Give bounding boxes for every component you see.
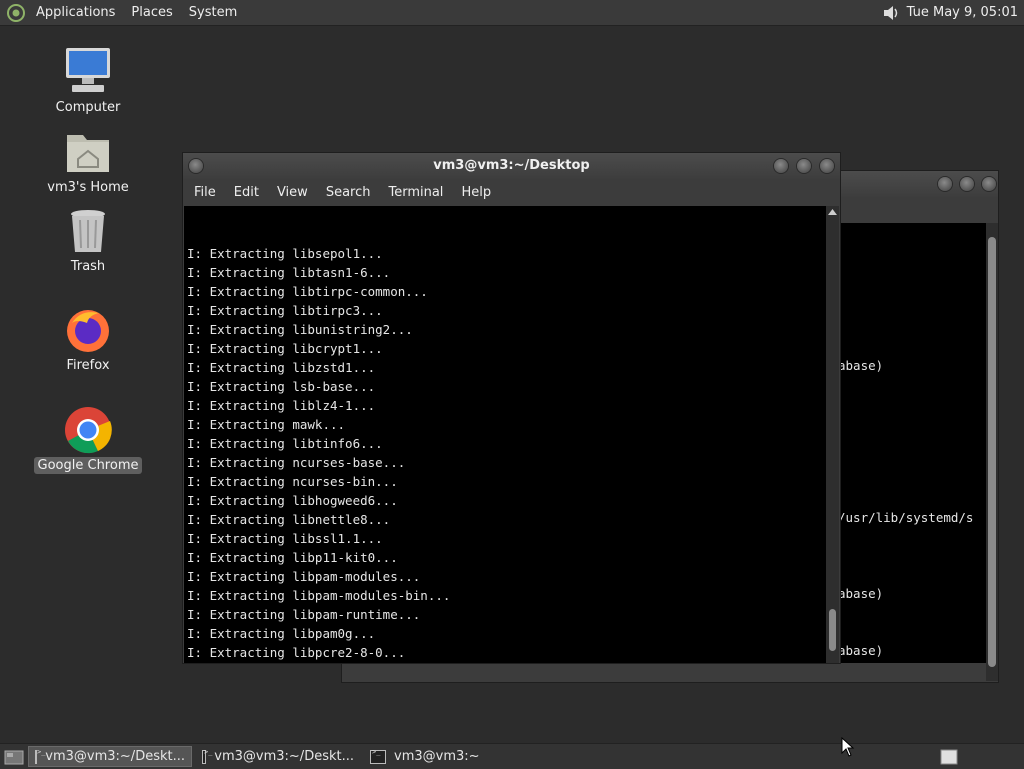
desktop-icon-label: Google Chrome	[33, 457, 143, 474]
desktop-icon-trash[interactable]: Trash	[33, 208, 143, 275]
workspace-switcher-icon[interactable]	[940, 749, 958, 765]
terminal-line: I: Extracting libunistring2...	[187, 322, 413, 337]
terminal-line: I: Extracting libpam-modules...	[187, 569, 421, 584]
system-menu[interactable]: System	[181, 0, 245, 25]
back-scrollbar-thumb[interactable]	[988, 237, 996, 667]
scroll-up-arrow-icon[interactable]	[826, 207, 839, 217]
terminal-line: I: Extracting libp11-kit0...	[187, 550, 398, 565]
taskbar-item-label: vm3@vm3:~	[394, 749, 480, 764]
mouse-pointer-icon	[841, 737, 855, 757]
terminal-icon	[35, 748, 47, 764]
taskbar-item-label: vm3@vm3:~/Deskt...	[214, 749, 354, 764]
terminal-icon	[202, 748, 213, 764]
terminal-line: I: Extracting lsb-base...	[187, 379, 376, 394]
computer-icon	[66, 48, 110, 92]
terminal-line: I: Extracting libtinfo6...	[187, 436, 383, 451]
menu-file[interactable]: File	[185, 185, 225, 200]
terminal-line: I: Extracting libpam-runtime...	[187, 607, 421, 622]
desktop-icon-home[interactable]: vm3's Home	[33, 127, 143, 196]
back-scrollbar[interactable]	[986, 223, 998, 681]
mate-logo-icon[interactable]	[6, 3, 26, 23]
clock[interactable]: Tue May 9, 05:01	[907, 5, 1018, 20]
terminal-line: I: Extracting libtirpc3...	[187, 303, 383, 318]
menu-edit[interactable]: Edit	[225, 185, 268, 200]
close-button[interactable]	[982, 177, 996, 191]
desktop-icon-label: Trash	[70, 259, 106, 274]
desktop-icon-computer[interactable]: Computer	[33, 45, 143, 116]
taskbar-item-1[interactable]: vm3@vm3:~/Deskt...	[28, 746, 192, 767]
terminal-line: I: Extracting libpam-modules-bin...	[187, 588, 451, 603]
terminal-line: I: Extracting libnettle8...	[187, 512, 391, 527]
terminal-scrollbar[interactable]	[826, 206, 839, 663]
terminal-line: I: Extracting libpcre2-8-0...	[187, 645, 406, 660]
front-terminal-window[interactable]: vm3@vm3:~/Desktop File Edit View Search …	[182, 152, 841, 664]
terminal-line: I: Extracting libtasn1-6...	[187, 265, 391, 280]
desktop-icon-firefox[interactable]: Firefox	[33, 305, 143, 374]
terminal-icon	[370, 748, 386, 764]
taskbar-item-label: vm3@vm3:~/Deskt...	[45, 749, 185, 764]
show-desktop-icon[interactable]	[4, 748, 24, 766]
window-title: vm3@vm3:~/Desktop	[433, 158, 590, 173]
terminal-line: I: Extracting libpcre3...	[187, 662, 826, 663]
terminal-menubar: File Edit View Search Terminal Help	[183, 179, 840, 205]
menu-help[interactable]: Help	[452, 185, 500, 200]
front-window-titlebar[interactable]: vm3@vm3:~/Desktop	[183, 153, 840, 179]
desktop-icon-label: vm3's Home	[47, 180, 129, 195]
minimize-button[interactable]	[938, 177, 952, 191]
places-menu[interactable]: Places	[123, 0, 180, 25]
terminal-line: I: Extracting libsepol1...	[187, 246, 383, 261]
trash-icon	[71, 210, 105, 252]
desktop-icon-label: Computer	[55, 100, 121, 115]
maximize-button[interactable]	[797, 159, 811, 173]
menu-terminal[interactable]: Terminal	[379, 185, 452, 200]
terminal-output[interactable]: I: Extracting libsepol1... I: Extracting …	[184, 206, 826, 663]
close-button[interactable]	[820, 159, 834, 173]
panel-tray: Tue May 9, 05:01	[881, 0, 1018, 25]
maximize-button[interactable]	[960, 177, 974, 191]
terminal-line: I: Extracting mawk...	[187, 417, 346, 432]
desktop-icon-label: Firefox	[66, 358, 110, 373]
terminal-line: I: Extracting libpam0g...	[187, 626, 376, 641]
bottom-panel: vm3@vm3:~/Deskt... vm3@vm3:~/Deskt... vm…	[0, 743, 1024, 769]
menu-search[interactable]: Search	[317, 185, 380, 200]
terminal-line: I: Extracting libtirpc-common...	[187, 284, 428, 299]
terminal-scrollbar-thumb[interactable]	[829, 609, 836, 651]
terminal-line: I: Extracting libzstd1...	[187, 360, 376, 375]
desktop-icon-chrome[interactable]: Google Chrome	[33, 405, 143, 474]
terminal-line: I: Extracting libhogweed6...	[187, 493, 398, 508]
terminal-line: I: Extracting liblz4-1...	[187, 398, 376, 413]
volume-icon[interactable]	[881, 3, 901, 23]
firefox-icon	[67, 310, 109, 352]
taskbar-item-2[interactable]: vm3@vm3:~/Deskt...	[196, 746, 360, 767]
home-folder-icon	[67, 135, 109, 172]
taskbar-item-3[interactable]: vm3@vm3:~	[364, 746, 528, 767]
applications-menu[interactable]: Applications	[28, 0, 123, 25]
terminal-line: I: Extracting ncurses-bin...	[187, 474, 398, 489]
minimize-button[interactable]	[774, 159, 788, 173]
top-panel: Applications Places System Tue May 9, 05…	[0, 0, 1024, 26]
terminal-line: I: Extracting ncurses-base...	[187, 455, 406, 470]
menu-view[interactable]: View	[268, 185, 317, 200]
terminal-line: I: Extracting libssl1.1...	[187, 531, 383, 546]
terminal-line: I: Extracting libcrypt1...	[187, 341, 383, 356]
terminal-lines: I: Extracting libsepol1... I: Extracting …	[187, 244, 826, 663]
chrome-icon	[65, 407, 112, 454]
